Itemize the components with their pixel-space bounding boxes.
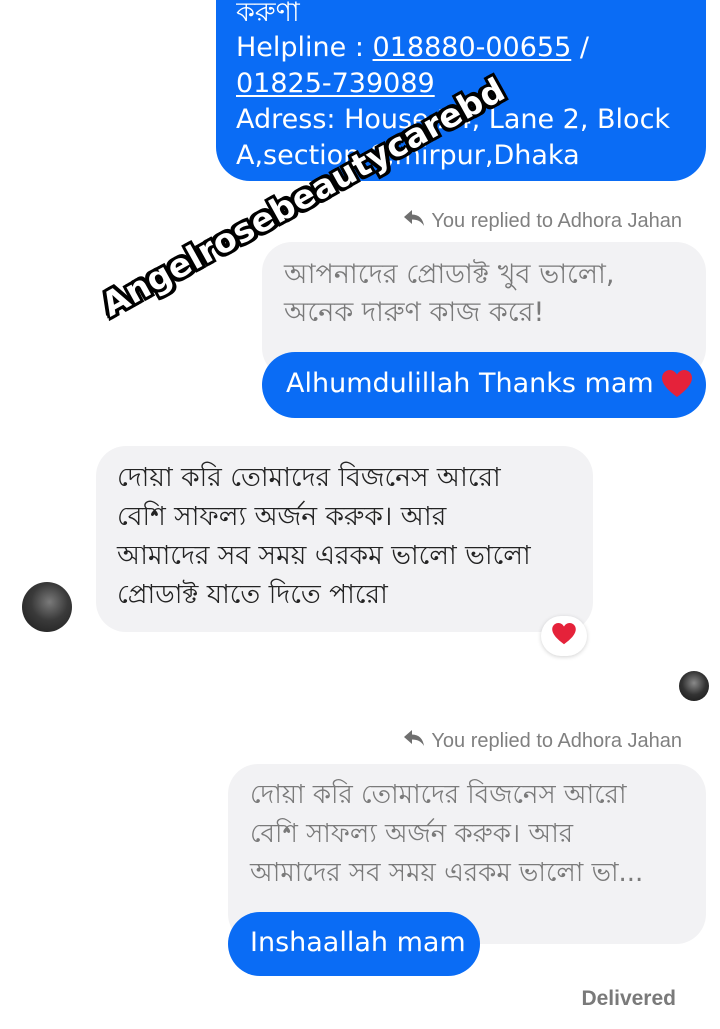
message-text: Alhumdulillah Thanks mam [286, 368, 654, 399]
outgoing-message-thanks[interactable]: Alhumdulillah Thanks mam [262, 352, 706, 418]
reply-indicator-text: You replied to Adhora Jahan [431, 210, 682, 232]
quoted-line: অনেক দারুণ কাজ করে! [284, 297, 545, 328]
quoted-line: আপনাদের প্রোডাক্ট খুব ভালো, [284, 259, 615, 290]
reply-arrow-icon [403, 729, 425, 753]
outgoing-message-inshaallah[interactable]: Inshaallah mam [228, 912, 480, 976]
phone-link-2[interactable]: 01825-739089 [236, 68, 435, 99]
reply-indicator: You replied to Adhora Jahan [403, 209, 682, 233]
helpline-label: Helpline : [236, 32, 373, 63]
message-line: বেশি সাফল্য অর্জন করুক। আর [117, 501, 447, 532]
phone-link-1[interactable]: 018880-00655 [373, 32, 572, 63]
reply-indicator: You replied to Adhora Jahan [403, 729, 682, 753]
red-heart-emoji-icon [661, 370, 692, 418]
message-line: দোয়া করি তোমাদের বিজনেস আরো [117, 462, 501, 493]
reply-indicator-text: You replied to Adhora Jahan [431, 730, 682, 752]
quoted-line: দোয়া করি তোমাদের বিজনেস আরো [250, 780, 627, 810]
delivered-status: Delivered [581, 987, 676, 1010]
contact-avatar[interactable] [22, 582, 72, 632]
seen-avatar [679, 671, 709, 701]
helpline-row: Helpline : 018880-00655 / [236, 30, 706, 66]
red-heart-emoji-icon [552, 623, 576, 649]
message-text: Inshaallah mam [250, 927, 466, 958]
address-line-2: A,section 6,mirpur,Dhaka [236, 140, 580, 171]
message-line: আমাদের সব সময় এরকম ভালো ভালো [117, 540, 531, 571]
reply-arrow-icon [403, 209, 425, 233]
incoming-message-blessing[interactable]: দোয়া করি তোমাদের বিজনেস আরো বেশি সাফল্য… [96, 446, 593, 632]
heart-reaction[interactable] [541, 616, 587, 656]
message-line: প্রোডাক্ট যাতে দিতে পারো [117, 579, 388, 610]
quoted-line: বেশি সাফল্য অর্জন করুক। আর [250, 819, 574, 849]
quoted-line: আমাদের সব সময় এরকম ভালো ভা... [250, 858, 644, 888]
phone-separator: / [571, 32, 589, 63]
cut-off-text: করুণা [236, 0, 300, 28]
